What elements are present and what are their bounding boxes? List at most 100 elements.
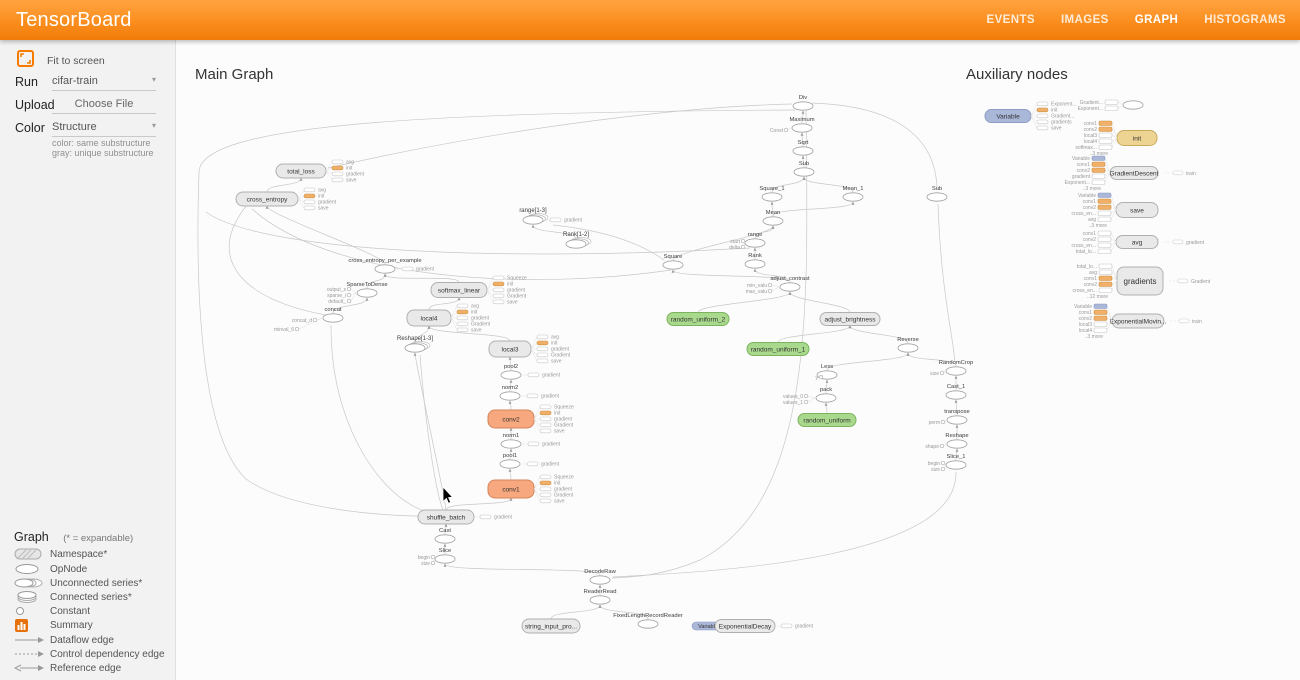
node-edecay[interactable]: ExponentialDecaygradient xyxy=(715,620,814,633)
annotation-chip xyxy=(540,405,551,409)
annotation-chip xyxy=(1037,114,1048,118)
node-cast1[interactable]: Cast_1 xyxy=(946,384,966,399)
node-square1[interactable]: Square_1 xyxy=(759,186,784,201)
annotation-chip xyxy=(457,322,468,326)
node-s2d[interactable]: SparseToDenseoutput_ssparse_idefault_ xyxy=(327,282,388,305)
svg-text:size: size xyxy=(930,371,939,377)
node-transpose[interactable]: transposeperm xyxy=(929,409,970,426)
node-emavg[interactable]: ExponentialMovin...Variableconv1conv2loc… xyxy=(1074,304,1202,340)
node-flrr[interactable]: FixedLengthRecordReader xyxy=(613,613,683,628)
node-gradients[interactable]: gradientstotal_lo...avgconv1conv2cross_e… xyxy=(1073,264,1211,300)
node-mean1[interactable]: Mean_1 xyxy=(843,186,864,201)
svg-text:total_loss: total_loss xyxy=(287,168,315,175)
node-rank12[interactable]: Rank[1-2] xyxy=(563,232,591,248)
opnode-shape xyxy=(843,193,863,201)
node-mean[interactable]: Mean xyxy=(763,210,783,225)
constant-shape xyxy=(295,327,299,331)
legend-item-namespace: Namespace* xyxy=(14,547,107,561)
node-draw[interactable]: DecodeRaw xyxy=(584,569,616,584)
opnode-shape xyxy=(947,440,967,448)
graph-canvas[interactable]: total_lossavginitgradientsave cross_entro… xyxy=(0,0,1300,680)
node-init[interactable]: initconv1conv2local3local4softmax.....3 … xyxy=(1075,121,1157,157)
node-pool2[interactable]: pool2gradient xyxy=(501,364,561,379)
node-slice[interactable]: Slicebeginsize xyxy=(418,548,455,567)
node-norm2[interactable]: norm2gradient xyxy=(500,385,560,400)
svg-text:GradientDescent: GradientDescent xyxy=(1110,170,1159,177)
constant-shape xyxy=(431,561,435,565)
node-adjc[interactable]: adjust_contrastmin_valumax_valu xyxy=(746,276,810,295)
node-maximum[interactable]: MaximumConst xyxy=(770,117,815,134)
node-pool1[interactable]: pool1gradient xyxy=(500,453,560,468)
app-header: TensorBoard EVENTS IMAGES GRAPH HISTOGRA… xyxy=(0,0,1300,40)
opnode-shape xyxy=(745,260,765,268)
annotation-chip xyxy=(1092,156,1105,161)
node-reshape13[interactable]: Reshape[1-3] xyxy=(397,336,433,352)
annotation-chip xyxy=(304,188,315,192)
annotation-chip xyxy=(493,288,504,292)
tab-graph[interactable]: GRAPH xyxy=(1135,14,1179,26)
annotation-chip xyxy=(457,316,468,320)
opnode-shape xyxy=(763,217,783,225)
opnode-shape xyxy=(500,460,520,468)
node-conv2[interactable]: conv2SqueezeinitgradientGradientsave xyxy=(488,405,574,435)
tab-images[interactable]: IMAGES xyxy=(1061,14,1109,26)
node-gdescent[interactable]: GradientDescentVariableconv1conv2gradien… xyxy=(1065,156,1196,192)
node-adjb[interactable]: adjust_brightness xyxy=(820,313,880,326)
node-save[interactable]: saveVariableconv1conv2cross_en...avg..3 … xyxy=(1072,193,1158,229)
annotation-chip xyxy=(304,206,315,210)
node-sub2[interactable]: Sub xyxy=(927,186,947,201)
choose-file-button[interactable]: Choose File xyxy=(52,98,156,114)
node-auxop[interactable]: Gradient...Exponent... xyxy=(1078,100,1143,112)
node-slice1[interactable]: Slice_1beginsize xyxy=(928,454,966,473)
annotation-chip xyxy=(304,200,315,204)
node-avg[interactable]: avgconv1conv2cross_en...total_lo...gradi… xyxy=(1072,231,1205,255)
node-reshape[interactable]: Reshapeshape xyxy=(925,433,968,450)
svg-text:Slice_1: Slice_1 xyxy=(946,454,965,460)
svg-text:pool2: pool2 xyxy=(504,364,518,370)
node-local4[interactable]: local4avginitgradientGradientsave xyxy=(407,304,491,334)
node-softmax[interactable]: softmax_linearSqueezeinitgradientGradien… xyxy=(431,276,527,306)
node-sqrt[interactable]: Sqrt xyxy=(793,140,813,155)
color-select[interactable]: Structure▾ xyxy=(52,121,156,137)
node-div[interactable]: Div xyxy=(793,95,813,110)
svg-text:RandomCrop: RandomCrop xyxy=(939,360,973,366)
node-rank[interactable]: Rank xyxy=(745,253,765,268)
node-less[interactable]: Lessy xyxy=(816,364,838,381)
node-rcrop[interactable]: RandomCropsize xyxy=(930,360,973,377)
node-variable[interactable]: VariableExponent...initGradient...gradie… xyxy=(985,102,1076,132)
node-sinput[interactable]: string_input_pro... xyxy=(522,619,580,633)
node-totloss[interactable]: total_lossavginitgradientsave xyxy=(276,160,365,184)
node-ru1[interactable]: random_uniform_1 xyxy=(747,343,809,356)
node-pack[interactable]: packvalues_0values_1 xyxy=(783,387,836,406)
node-local3[interactable]: local3avginitgradientGradientsave xyxy=(489,335,571,365)
node-crossent[interactable]: cross_entropyavginitgradientsave xyxy=(236,188,337,212)
node-sub[interactable]: Sub xyxy=(794,161,814,176)
tab-histograms[interactable]: HISTOGRAMS xyxy=(1204,14,1286,26)
node-conv1[interactable]: conv1SqueezeinitgradientGradientsave xyxy=(488,475,574,505)
graph-edge xyxy=(551,605,600,619)
node-concat[interactable]: concatconcat_dminval_6 xyxy=(274,307,343,333)
node-square_m[interactable]: Square xyxy=(663,254,683,269)
graph-edge xyxy=(826,403,827,414)
node-cepe[interactable]: cross_entropy_per_examplegradient xyxy=(348,258,434,273)
annotation-chip xyxy=(527,394,538,398)
opnode-shape xyxy=(375,265,395,273)
graph-edge xyxy=(790,292,850,313)
svg-text:..3 more: ..3 more xyxy=(1089,223,1108,229)
tab-events[interactable]: EVENTS xyxy=(987,14,1035,26)
node-ru2[interactable]: random_uniform_2 xyxy=(667,313,729,326)
fit-to-screen-button[interactable]: Fit to screen xyxy=(17,50,105,72)
constant-shape xyxy=(941,467,945,471)
svg-text:save: save xyxy=(1130,207,1144,214)
node-rread[interactable]: ReaderRead xyxy=(584,589,617,604)
node-norm1[interactable]: norm1gradient xyxy=(501,433,561,448)
node-ru[interactable]: random_uniform xyxy=(798,414,856,427)
node-cast[interactable]: Cast xyxy=(435,528,455,543)
run-label: Run xyxy=(15,75,38,89)
node-reverse[interactable]: Reverse xyxy=(897,337,919,352)
svg-text:init: init xyxy=(1133,135,1142,142)
run-select[interactable]: cifar-train▾ xyxy=(52,75,156,91)
node-range13[interactable]: range[1-3]gradient xyxy=(519,208,582,224)
svg-text:FixedLengthRecordReader: FixedLengthRecordReader xyxy=(613,613,683,619)
node-sbatch[interactable]: shuffle_batchgradient xyxy=(418,510,513,524)
